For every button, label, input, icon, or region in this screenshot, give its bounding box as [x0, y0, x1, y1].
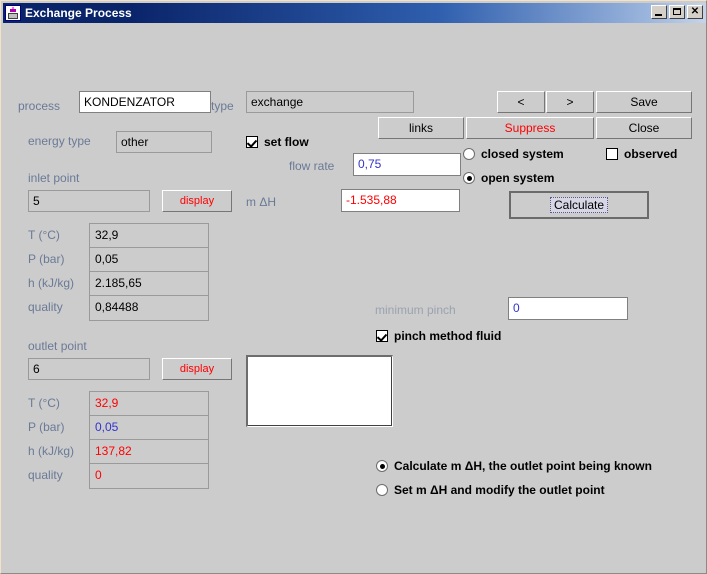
pinch-method-fluid-checkbox[interactable]: pinch method fluid	[376, 329, 501, 343]
closed-system-label: closed system	[481, 147, 564, 161]
observed-checkbox[interactable]: observed	[606, 147, 677, 161]
mode-set-radio[interactable]: Set m ΔH and modify the outlet point	[376, 483, 605, 497]
mode-calculate-label: Calculate m ΔH, the outlet point being k…	[394, 459, 652, 473]
inlet-value-temperature: 32,9	[90, 224, 208, 248]
checkbox-icon	[246, 136, 258, 148]
m-delta-h-input[interactable]: -1.535,88	[341, 189, 460, 212]
calculate-button[interactable]: Calculate	[509, 191, 649, 219]
checkbox-icon	[376, 330, 388, 342]
outlet-point-input[interactable]: 6	[28, 358, 150, 380]
inlet-point-input[interactable]: 5	[28, 190, 150, 212]
outlet-row-label-2: h (kJ/kg)	[28, 444, 75, 458]
save-button[interactable]: Save	[596, 91, 692, 113]
links-button[interactable]: links	[378, 117, 464, 139]
energy-type-label: energy type	[28, 134, 91, 148]
outlet-point-label: outlet point	[28, 339, 87, 353]
pinch-method-fluid-label: pinch method fluid	[394, 329, 502, 343]
minimize-icon	[655, 14, 662, 16]
window-title: Exchange Process	[25, 6, 132, 20]
outlet-row-label-1: P (bar)	[28, 420, 65, 434]
previous-button[interactable]: <	[497, 91, 545, 113]
radio-icon	[463, 172, 475, 184]
observed-label: observed	[624, 147, 678, 161]
minimum-pinch-input[interactable]: 0	[508, 297, 628, 320]
process-label: process	[18, 99, 61, 113]
inlet-display-button[interactable]: display	[162, 190, 232, 212]
close-icon: ✕	[690, 6, 700, 17]
inlet-value-enthalpy: 2.185,65	[90, 272, 208, 296]
outlet-value-pressure: 0,05	[90, 416, 208, 440]
inlet-point-label: inlet point	[28, 171, 80, 185]
flow-rate-label: flow rate	[289, 159, 335, 173]
outlet-value-temperature: 32,9	[90, 392, 208, 416]
checkbox-icon	[606, 148, 618, 160]
mode-calculate-radio[interactable]: Calculate m ΔH, the outlet point being k…	[376, 459, 652, 473]
maximize-button[interactable]	[669, 5, 685, 19]
inlet-value-pressure: 0,05	[90, 248, 208, 272]
application-icon	[5, 5, 21, 21]
inlet-row-label-0: T (°C)	[28, 228, 60, 242]
minimize-button[interactable]	[651, 5, 667, 19]
process-input[interactable]: KONDENZATOR	[79, 91, 211, 113]
exchange-process-window: Exchange Process ✕ process KONDENZATOR t…	[0, 0, 707, 574]
inlet-row-label-1: P (bar)	[28, 252, 65, 266]
energy-type-value: other	[116, 131, 212, 153]
open-system-label: open system	[481, 171, 555, 185]
outlet-values-table: 32,9 0,05 137,82 0	[89, 391, 209, 489]
preview-panel[interactable]	[246, 355, 393, 427]
inlet-values-table: 32,9 0,05 2.185,65 0,84488	[89, 223, 209, 321]
close-form-button[interactable]: Close	[596, 117, 692, 139]
inlet-row-label-3: quality	[28, 300, 63, 314]
closed-system-radio[interactable]: closed system	[463, 147, 564, 161]
m-delta-h-label: m ΔH	[246, 195, 277, 209]
minimum-pinch-label: minimum pinch	[375, 303, 456, 317]
outlet-row-label-3: quality	[28, 468, 63, 482]
outlet-display-button[interactable]: display	[162, 358, 232, 380]
set-flow-checkbox[interactable]: set flow	[246, 135, 309, 149]
close-button[interactable]: ✕	[687, 5, 703, 19]
open-system-radio[interactable]: open system	[463, 171, 554, 185]
inlet-value-quality: 0,84488	[95, 300, 139, 314]
outlet-value-quality: 0	[95, 468, 102, 482]
maximize-icon	[673, 8, 681, 15]
outlet-value-enthalpy: 137,82	[90, 440, 208, 464]
mode-set-label: Set m ΔH and modify the outlet point	[394, 483, 605, 497]
type-value: exchange	[246, 91, 414, 113]
set-flow-label: set flow	[264, 135, 309, 149]
next-button[interactable]: >	[546, 91, 594, 113]
outlet-row-label-0: T (°C)	[28, 396, 60, 410]
flow-rate-input[interactable]: 0,75	[353, 153, 461, 176]
title-bar: Exchange Process ✕	[3, 3, 706, 23]
radio-icon	[376, 460, 388, 472]
calculate-button-label: Calculate	[549, 197, 609, 213]
radio-icon	[463, 148, 475, 160]
suppress-button[interactable]: Suppress	[466, 117, 594, 139]
type-label: type	[211, 99, 234, 113]
radio-icon	[376, 484, 388, 496]
window-controls: ✕	[651, 5, 703, 19]
inlet-row-label-2: h (kJ/kg)	[28, 276, 75, 290]
